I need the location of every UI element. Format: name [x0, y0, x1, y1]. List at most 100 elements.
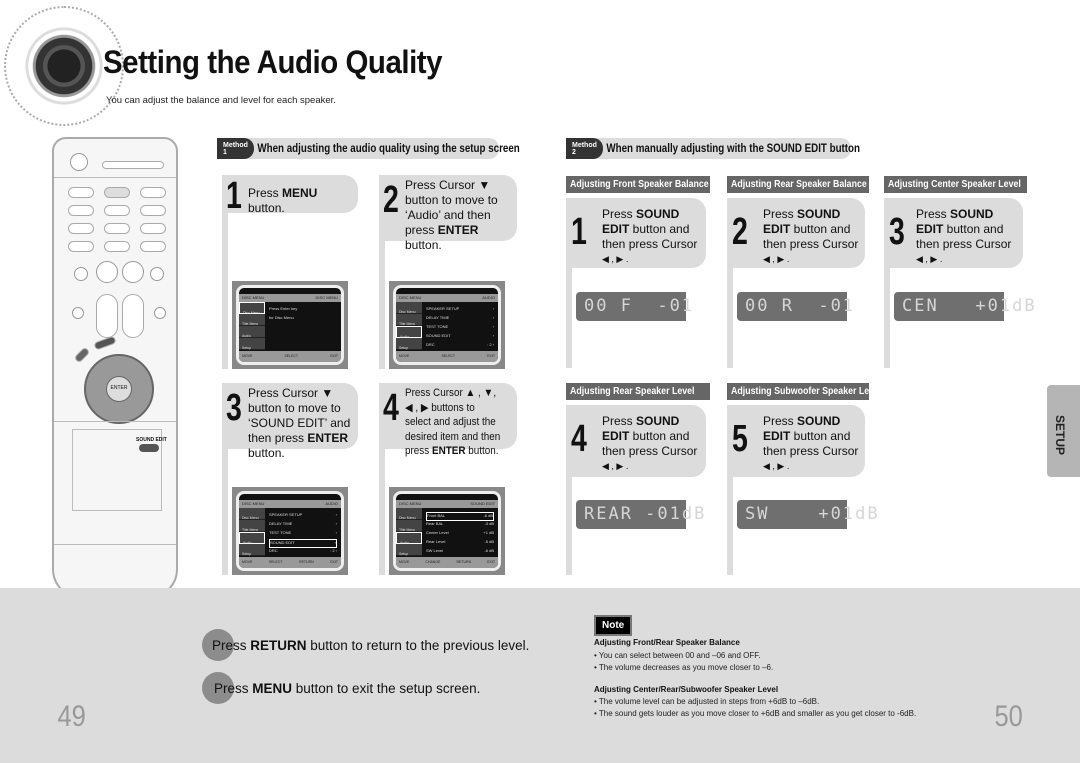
- step-line: Press SOUND: [602, 207, 712, 222]
- volume-rocker-icon: [122, 294, 144, 338]
- osd-menu-list: Press Enter key for Disc Menu: [269, 306, 337, 324]
- note-item: • The volume level can be adjusted in st…: [594, 697, 820, 706]
- osd-title-left: DISC MENU: [242, 295, 265, 300]
- osd-item-label: Press Enter key: [269, 306, 298, 311]
- lcd-display: 00 F -01: [576, 292, 692, 321]
- step-line: EDIT button and: [763, 429, 873, 444]
- method1-step: 2 Press Cursor ▼ button to move to ‘Audio…: [379, 175, 517, 252]
- osd-footer-hint: MOVE: [399, 560, 410, 564]
- osd-menu-item: Press Enter key: [269, 306, 337, 315]
- osd-item-value: +1 dB: [483, 530, 494, 535]
- speaker-icon: [12, 14, 116, 118]
- osd-sidebar-item: Title Menu: [396, 520, 422, 532]
- osd-menu-item: DELAY TIME ›: [426, 315, 494, 324]
- step-keyword: EDIT: [602, 222, 630, 236]
- osd-sidebar-item: Disc Menu: [396, 508, 422, 520]
- step-text-part: button and: [629, 222, 690, 236]
- osd-menu-item: SOUND EDIT ›: [269, 539, 337, 548]
- osd-item-label: SOUND EDIT: [426, 333, 451, 338]
- osd-item-label: DRC: [269, 548, 278, 553]
- osd-footer: MOVE SELECT EXIT: [396, 351, 498, 362]
- osd-footer-hint: RETURN: [299, 560, 314, 564]
- note-item: • The sound gets louder as you move clos…: [594, 709, 917, 718]
- remote-button: [140, 187, 166, 198]
- tip-text: Press: [214, 681, 253, 696]
- remote-button: [104, 205, 130, 216]
- osd-item-label: TEST TONE: [269, 530, 292, 535]
- osd-screenshot: DISC MENU DISC MENU Disc Menu Title Menu Aud…: [232, 281, 348, 369]
- section-label-text: Adjusting Front Speaker Balance: [570, 178, 709, 190]
- method2-badge: Method 2: [566, 138, 603, 159]
- note-heading: Adjusting Center/Rear/Subwoofer Speaker …: [594, 685, 779, 694]
- osd-footer-hint: SELECT: [284, 354, 299, 358]
- osd-item-value: ›: [335, 512, 337, 517]
- osd-title-right: SOUND EDIT: [470, 501, 495, 506]
- osd-title-right: DISC MENU: [315, 295, 338, 300]
- osd-sidebar: Disc Menu Title Menu Audio Setup: [396, 508, 422, 556]
- osd-menu-item: TEST TONE ›: [426, 324, 494, 333]
- play-pause-icon: [122, 261, 144, 283]
- osd-sidebar-item: Disc Menu: [396, 302, 422, 314]
- step-number: 2: [383, 179, 399, 221]
- osd-item-value: ›: [492, 315, 494, 320]
- section-label-text: Adjusting Rear Speaker Balance: [731, 178, 867, 190]
- osd-item-value: -3 dB: [484, 521, 494, 526]
- step-text-part: Press: [763, 207, 798, 221]
- return-button-icon: [73, 346, 91, 364]
- osd-item-label: for Disc Menu: [269, 315, 294, 320]
- sound-edit-label: SOUND EDIT: [136, 437, 167, 443]
- step-text-part: Press: [248, 186, 283, 200]
- remote-button: [68, 187, 94, 198]
- page-title: Setting the Audio Quality: [103, 44, 443, 80]
- osd-title-right: AUDIO: [325, 501, 338, 506]
- step-keyword: EDIT: [602, 429, 630, 443]
- step-text: Press SOUND EDIT button and then press Cur…: [602, 414, 712, 474]
- method2-step: 2 Press SOUND EDIT button and then press Cu…: [727, 198, 865, 268]
- step-keyword: ENTER: [437, 223, 479, 237]
- step-number: 1: [226, 175, 242, 217]
- remote-button: [104, 223, 130, 234]
- section-label: Adjusting Center Speaker Level: [884, 176, 1027, 193]
- osd-sidebar-item: Setup: [239, 544, 265, 556]
- step-text: Press SOUND EDIT button and then press Cur…: [916, 207, 1026, 267]
- osd-menu-item: DRC : 2 ›: [269, 548, 337, 557]
- osd-footer: MOVE CHANGE RETURN EXIT: [396, 557, 498, 568]
- step-number: 1: [571, 211, 587, 253]
- osd-footer: MOVE SELECT RETURN EXIT: [239, 557, 341, 568]
- step-keyword: SOUND: [797, 207, 841, 221]
- cursor-arrows-icon: ◀ , ▶ .: [602, 461, 629, 471]
- osd-sidebar: Disc Menu Title Menu Audio Setup: [239, 302, 265, 350]
- remote-control-illustration: ENTER SOUND EDIT: [52, 137, 178, 599]
- step-text-part: Press: [763, 414, 798, 428]
- osd-menu-list: SPEAKER SETUP › DELAY TIME › TEST TONE › SOUND…: [269, 512, 337, 557]
- osd-menu-item: Center Level +1 dB: [426, 530, 494, 539]
- osd-sidebar-item: Audio: [239, 532, 265, 545]
- tip-keyword: MENU: [252, 681, 293, 696]
- osd-footer-hint: MOVE: [399, 354, 410, 358]
- note-item: • You can select between 00 and –06 and …: [594, 651, 761, 660]
- step-text-part: button and: [790, 429, 851, 443]
- lcd-display: REAR -01dB: [576, 500, 704, 529]
- osd-item-label: DRC: [426, 342, 435, 347]
- method1-step: 1 Press MENU button.: [222, 175, 358, 217]
- section-label: Adjusting Front Speaker Balance: [566, 176, 710, 193]
- step-text-part: Press: [602, 207, 637, 221]
- cursor-arrows-icon: ◀ , ▶ .: [602, 254, 629, 264]
- step-keyword: EDIT: [916, 222, 944, 236]
- osd-title-bar: DISC MENU AUDIO: [396, 294, 498, 302]
- tip-text: Press: [212, 638, 251, 653]
- osd-menu-item: Front BAL -6 dB: [426, 512, 494, 521]
- step-text-part: button.: [465, 445, 499, 457]
- osd-sidebar-item: Audio: [396, 532, 422, 545]
- osd-sidebar-item: Setup: [396, 338, 422, 350]
- tip-text: button to exit the setup screen.: [292, 681, 481, 696]
- lcd-display: SW +01dB: [737, 500, 878, 529]
- osd-item-value: : 2 ›: [330, 548, 337, 553]
- method1-step: 3 Press Cursor ▼ button to move to ‘SOUND…: [222, 383, 358, 460]
- osd-screen: DISC MENU SOUND EDIT Disc Menu Title Menu Au…: [393, 491, 501, 571]
- step-line: EDIT button and: [916, 222, 1026, 237]
- osd-sidebar-item: Audio: [396, 326, 422, 339]
- osd-footer-hint: RETURN: [456, 560, 472, 564]
- osd-footer-hint: SELECT: [268, 560, 283, 564]
- osd-sidebar-item: Setup: [396, 544, 422, 556]
